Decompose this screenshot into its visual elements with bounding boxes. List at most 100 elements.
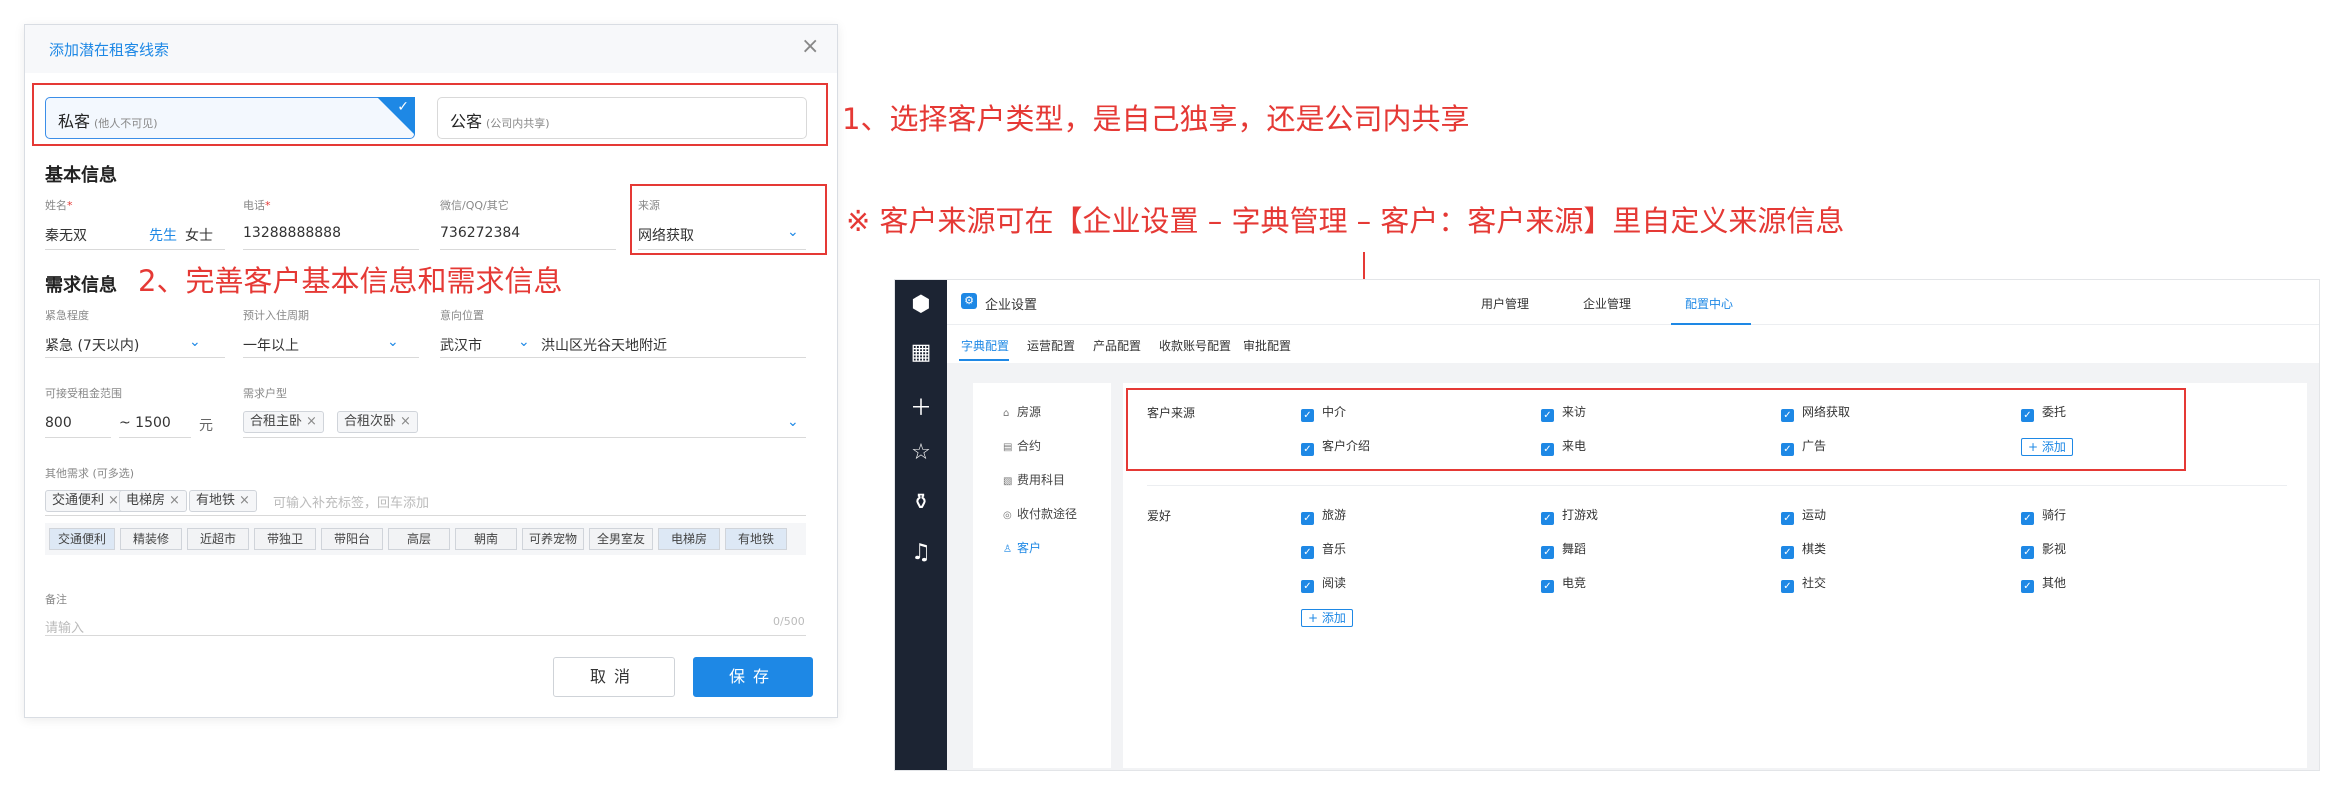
tab-config-center[interactable]: 配置中心: [1685, 295, 1733, 312]
area-input[interactable]: 洪山区光谷天地附近: [541, 335, 667, 355]
settings-subnav: 字典配置 运营配置 产品配置 收款账号配置 审批配置: [947, 325, 2319, 363]
add-hobby-button[interactable]: + 添加: [1301, 609, 1353, 627]
subtab-accounts[interactable]: 收款账号配置: [1159, 337, 1231, 354]
period-label: 预计入住周期: [243, 309, 309, 322]
cube-icon[interactable]: ⬢: [895, 292, 947, 317]
rent-max-input[interactable]: ~ 1500: [119, 415, 171, 431]
bell-icon[interactable]: ♫: [895, 540, 947, 565]
checkbox-item[interactable]: ✓ 旅游: [1301, 507, 1346, 525]
name-input[interactable]: 秦无双: [45, 225, 87, 245]
option-tag[interactable]: 有地铁: [725, 528, 787, 550]
demand-info-title: 需求信息: [45, 275, 117, 296]
checkbox-checked-icon: ✓: [1781, 546, 1794, 559]
room-tag[interactable]: 合租主卧 ×: [243, 411, 324, 433]
annotation-step2: 2、完善客户基本信息和需求信息: [138, 264, 563, 298]
room-tag[interactable]: 合租次卧 ×: [337, 411, 418, 433]
close-icon[interactable]: ×: [801, 35, 819, 59]
checkbox-item[interactable]: ✓ 阅读: [1301, 575, 1346, 593]
checkbox-checked-icon: ✓: [1541, 512, 1554, 525]
tab-user-management[interactable]: 用户管理: [1481, 295, 1529, 312]
checkbox-item[interactable]: ✓ 其他: [2021, 575, 2066, 593]
room-label: 需求户型: [243, 387, 287, 400]
other-tag[interactable]: 有地铁 ×: [189, 490, 257, 512]
rent-max-underline: [119, 437, 191, 438]
checkbox-item[interactable]: ✓ 棋类: [1781, 541, 1826, 559]
period-select[interactable]: 一年以上: [243, 335, 299, 355]
checkbox-checked-icon: ✓: [1301, 546, 1314, 559]
other-tag-input[interactable]: 可输入补充标签，回车添加: [273, 492, 429, 511]
menu-item-payment[interactable]: ◎ 收付款途径: [1003, 505, 1077, 522]
highlight-source: [630, 184, 827, 255]
grid-icon[interactable]: ▦: [895, 340, 947, 365]
user-icon: ♙: [1003, 544, 1012, 555]
subtab-approval[interactable]: 审批配置: [1243, 337, 1291, 354]
city-select[interactable]: 武汉市: [440, 335, 482, 355]
other-tag[interactable]: 交通便利 ×: [45, 490, 126, 512]
subtab-products[interactable]: 产品配置: [1093, 337, 1141, 354]
subtab-dictionary[interactable]: 字典配置: [961, 337, 1009, 354]
checkbox-item[interactable]: ✓ 骑行: [2021, 507, 2066, 525]
subtab-operations[interactable]: 运营配置: [1027, 337, 1075, 354]
location-underline: [440, 357, 806, 358]
option-tag[interactable]: 全男室友: [589, 528, 653, 550]
name-underline: [45, 249, 225, 250]
option-tag[interactable]: 可养宠物: [522, 528, 584, 550]
checkbox-checked-icon: ✓: [1541, 546, 1554, 559]
period-underline: [243, 357, 419, 358]
gender-male-option[interactable]: 先生: [149, 225, 177, 245]
rent-min-underline: [45, 437, 111, 438]
option-tag[interactable]: 带独卫: [254, 528, 316, 550]
note-textarea[interactable]: 请输入: [45, 617, 84, 636]
checkbox-checked-icon: ✓: [2021, 546, 2034, 559]
phone-label: 电话*: [243, 199, 271, 212]
checkbox-item[interactable]: ✓ 运动: [1781, 507, 1826, 525]
save-button[interactable]: 保存: [693, 657, 813, 697]
phone-input[interactable]: 13288888888: [243, 225, 341, 241]
checkbox-item[interactable]: ✓ 舞蹈: [1541, 541, 1586, 559]
wechat-input[interactable]: 736272384: [440, 225, 520, 241]
hobby-title: 爱好: [1147, 509, 1172, 523]
highlight-customer-source-row: [1126, 388, 2186, 471]
option-tag[interactable]: 近超市: [187, 528, 249, 550]
chevron-down-icon[interactable]: ⌄: [189, 334, 201, 350]
menu-item-housing[interactable]: ⌂ 房源: [1003, 403, 1041, 420]
option-tag[interactable]: 精装修: [120, 528, 182, 550]
rent-min-input[interactable]: 800: [45, 415, 72, 431]
chevron-down-icon[interactable]: ⌄: [518, 334, 530, 350]
gear-icon: ⚙: [961, 293, 977, 309]
rent-unit: 元: [199, 418, 213, 434]
checkbox-item[interactable]: ✓ 影视: [2021, 541, 2066, 559]
gender-female-option[interactable]: 女士: [185, 225, 213, 245]
urgency-select[interactable]: 紧急 (7天以内): [45, 335, 139, 355]
option-tag[interactable]: 朝南: [455, 528, 517, 550]
app-sidebar: ⬢ ▦ ＋ ☆ ⚱ ♫: [895, 280, 947, 770]
phone-underline: [243, 249, 419, 250]
menu-item-fees[interactable]: ▧ 费用科目: [1003, 471, 1065, 488]
chevron-down-icon[interactable]: ⌄: [387, 334, 399, 350]
star-icon[interactable]: ☆: [895, 440, 947, 465]
option-tag[interactable]: 交通便利: [49, 528, 115, 550]
checkbox-item[interactable]: ✓ 社交: [1781, 575, 1826, 593]
tab-company-management[interactable]: 企业管理: [1583, 295, 1631, 312]
money-bag-icon[interactable]: ⚱: [895, 490, 947, 515]
checkbox-checked-icon: ✓: [2021, 580, 2034, 593]
option-tag[interactable]: 电梯房: [658, 528, 720, 550]
room-underline: [243, 437, 806, 438]
checkbox-item[interactable]: ✓ 音乐: [1301, 541, 1346, 559]
menu-item-customer[interactable]: ♙ 客户: [1003, 539, 1041, 556]
wechat-label: 微信/QQ/其它: [440, 199, 509, 212]
cancel-button[interactable]: 取消: [553, 657, 675, 697]
checkbox-item[interactable]: ✓ 打游戏: [1541, 507, 1598, 525]
option-tag[interactable]: 高层: [388, 528, 450, 550]
option-tag[interactable]: 带阳台: [321, 528, 383, 550]
plus-icon[interactable]: ＋: [895, 390, 947, 422]
chevron-down-icon[interactable]: ⌄: [787, 414, 799, 430]
house-icon: ⌂: [1003, 408, 1010, 419]
other-tag[interactable]: 电梯房 ×: [119, 490, 187, 512]
annotation-step1: 1、选择客户类型，是自己独享，还是公司内共享: [842, 102, 1470, 136]
other-underline: [45, 515, 806, 516]
menu-item-contract[interactable]: ▤ 合约: [1003, 437, 1041, 454]
dialog-title: 添加潜在租客线索: [49, 41, 170, 59]
checkbox-item[interactable]: ✓ 电竞: [1541, 575, 1586, 593]
note-label: 备注: [45, 593, 67, 606]
